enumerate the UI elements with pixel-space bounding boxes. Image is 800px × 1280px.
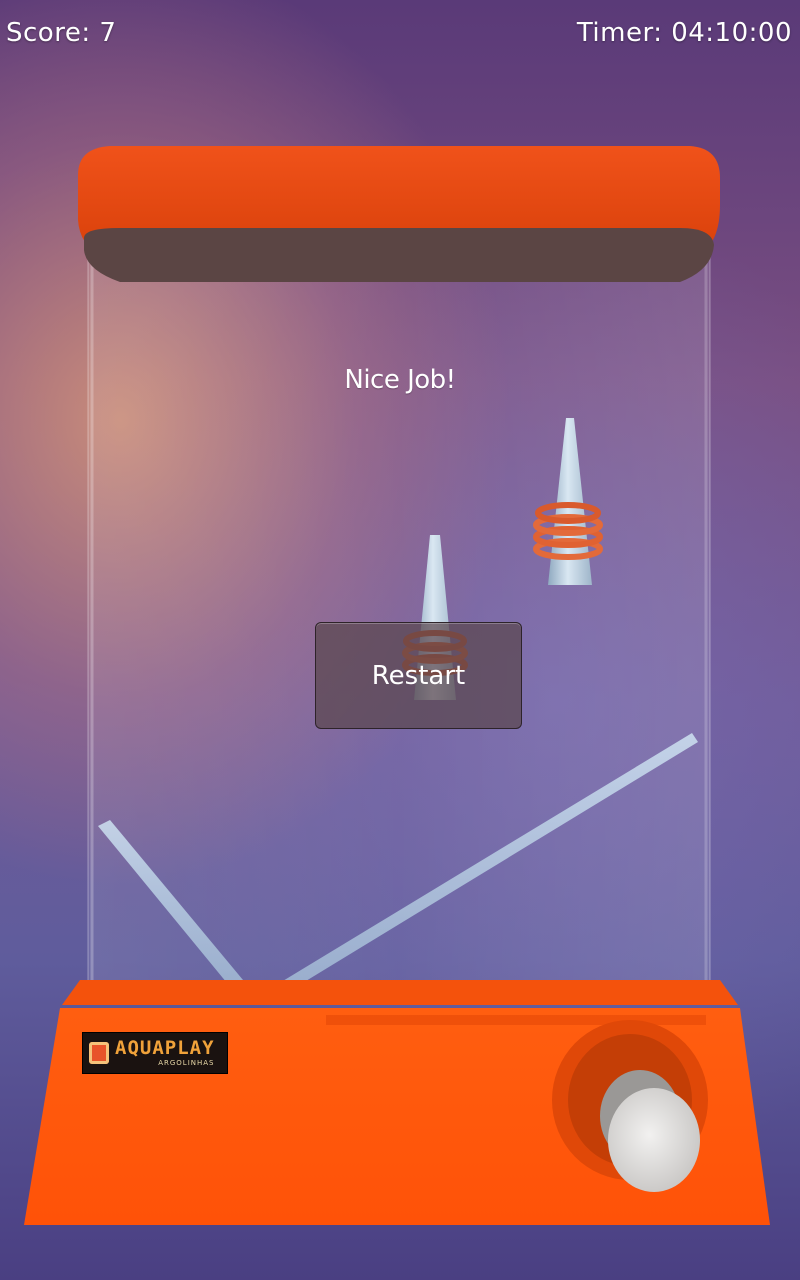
logo-mark-icon bbox=[89, 1042, 109, 1064]
tank-cap-shadow bbox=[84, 228, 714, 282]
toy-base-top bbox=[62, 980, 738, 1005]
restart-label: Restart bbox=[371, 660, 466, 691]
tank-glass bbox=[87, 239, 711, 1001]
logo-subtitle: ARGOLINHAS bbox=[158, 1059, 215, 1067]
success-message: Nice Job! bbox=[344, 365, 456, 395]
action-button bbox=[608, 1088, 700, 1192]
restart-button[interactable]: Restart bbox=[315, 622, 522, 729]
logo-title: AQUAPLAY bbox=[115, 1037, 215, 1059]
brand-logo: AQUAPLAY ARGOLINHAS bbox=[82, 1032, 228, 1074]
